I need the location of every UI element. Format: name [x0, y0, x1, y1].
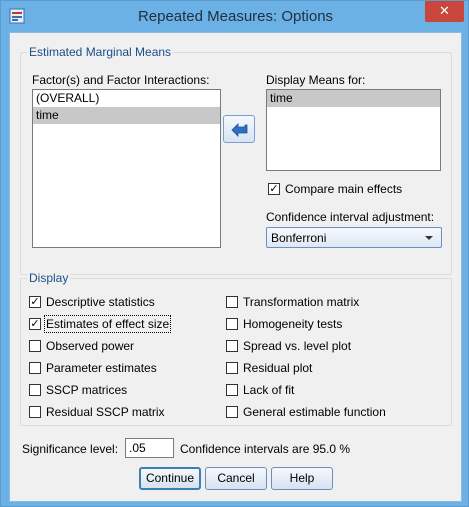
ci-adjustment-dropdown[interactable]: Bonferroni	[266, 227, 442, 248]
compare-main-effects-checkbox[interactable]: ✓	[268, 183, 280, 195]
spread-vs-level-plot-checkbox[interactable]	[226, 340, 238, 352]
factors-label: Factor(s) and Factor Interactions:	[32, 73, 210, 87]
title-bar[interactable]: Repeated Measures: Options ✕	[1, 1, 469, 32]
factors-listbox[interactable]: (OVERALL) time	[32, 89, 221, 248]
window-title: Repeated Measures: Options	[137, 8, 334, 25]
lack-of-fit-checkbox[interactable]	[226, 384, 238, 396]
move-left-arrow-icon	[231, 123, 248, 137]
significance-level-input[interactable]: .05	[125, 438, 174, 458]
spread-vs-level-plot-label: Spread vs. level plot	[243, 339, 352, 353]
dialog-body: Estimated Marginal Means Factor(s) and F…	[9, 32, 462, 502]
cancel-button[interactable]: Cancel	[205, 467, 267, 490]
dialog-window: Repeated Measures: Options ✕ Estimated M…	[0, 0, 469, 507]
emm-group-title: Estimated Marginal Means	[27, 45, 174, 59]
residual-sscp-matrix-checkbox[interactable]	[29, 406, 41, 418]
confidence-intervals-text: Confidence intervals are 95.0 %	[180, 442, 351, 456]
descriptive-statistics-checkbox[interactable]: ✓	[29, 296, 41, 308]
close-icon: ✕	[439, 3, 450, 18]
residual-sscp-matrix-label: Residual SSCP matrix	[46, 405, 165, 419]
move-button[interactable]	[223, 115, 255, 143]
estimates-of-effect-size-label: Estimates of effect size	[43, 315, 172, 333]
sscp-matrices-checkbox[interactable]	[29, 384, 41, 396]
help-button[interactable]: Help	[271, 467, 333, 490]
significance-level-label: Significance level:	[22, 442, 119, 456]
parameter-estimates-checkbox[interactable]	[29, 362, 41, 374]
parameter-estimates-label: Parameter estimates	[46, 361, 157, 375]
observed-power-label: Observed power	[46, 339, 135, 353]
list-item[interactable]: time	[33, 107, 220, 124]
display-means-listbox[interactable]: time	[266, 89, 441, 171]
display-means-label: Display Means for:	[266, 73, 366, 87]
ci-adjustment-value: Bonferroni	[271, 231, 327, 245]
ci-adjustment-label: Confidence interval adjustment:	[266, 210, 435, 224]
estimates-of-effect-size-checkbox[interactable]: ✓	[29, 318, 41, 330]
general-estimable-function-label: General estimable function	[243, 405, 386, 419]
transformation-matrix-label: Transformation matrix	[243, 295, 360, 309]
residual-plot-checkbox[interactable]	[226, 362, 238, 374]
transformation-matrix-checkbox[interactable]	[226, 296, 238, 308]
homogeneity-tests-checkbox[interactable]	[226, 318, 238, 330]
list-item[interactable]: time	[267, 90, 440, 107]
display-group-title: Display	[27, 271, 71, 285]
observed-power-checkbox[interactable]	[29, 340, 41, 352]
continue-button[interactable]: Continue	[139, 467, 201, 490]
close-button[interactable]: ✕	[425, 1, 464, 22]
compare-main-effects-label: Compare main effects	[285, 182, 403, 196]
lack-of-fit-label: Lack of fit	[243, 383, 295, 397]
general-estimable-function-checkbox[interactable]	[226, 406, 238, 418]
descriptive-statistics-label: Descriptive statistics	[46, 295, 155, 309]
list-item[interactable]: (OVERALL)	[33, 90, 220, 107]
homogeneity-tests-label: Homogeneity tests	[243, 317, 343, 331]
chevron-down-icon	[425, 236, 433, 240]
residual-plot-label: Residual plot	[243, 361, 313, 375]
sscp-matrices-label: SSCP matrices	[46, 383, 128, 397]
